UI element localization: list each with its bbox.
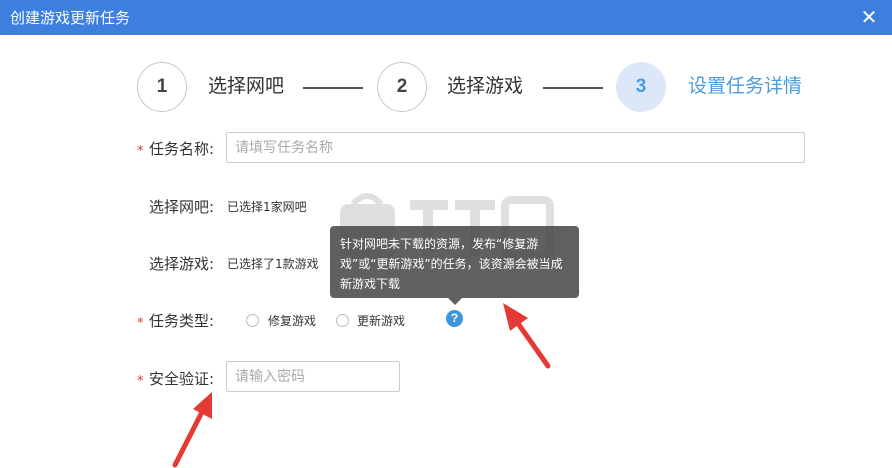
step-1-label: 选择网吧 (208, 75, 285, 97)
radio-repair-game[interactable] (246, 314, 259, 327)
step-3-circle: 3 (616, 62, 666, 112)
task-name-input[interactable] (226, 132, 805, 163)
select-game-value: 已选择了1款游戏 (227, 257, 319, 271)
security-label: 安全验证: (149, 370, 215, 388)
radio-update-game[interactable] (336, 314, 349, 327)
required-mark: * (137, 316, 144, 331)
help-icon[interactable]: ? (446, 310, 463, 327)
annotation-arrow-tooltip (503, 303, 551, 369)
task-type-label: 任务类型: (149, 312, 215, 330)
step-connector-1 (303, 87, 363, 89)
dialog-title: 创建游戏更新任务 (10, 9, 131, 27)
select-netbar-label: 选择网吧: (149, 198, 215, 216)
radio-update-game-label[interactable]: 更新游戏 (357, 313, 405, 329)
annotation-arrow-password (172, 392, 212, 468)
step-3-label: 设置任务详情 (688, 75, 803, 97)
radio-repair-game-label[interactable]: 修复游戏 (268, 313, 316, 329)
step-2-circle: 2 (377, 62, 427, 112)
step-1-circle: 1 (137, 62, 187, 112)
step-connector-2 (543, 87, 603, 89)
step-2-label: 选择游戏 (447, 75, 524, 97)
close-icon[interactable]: ✕ (858, 6, 880, 28)
required-mark: * (137, 374, 144, 389)
tooltip-pointer (448, 298, 462, 305)
help-tooltip: 针对网吧未下载的资源，发布“修复游戏”或“更新游戏”的任务，该资源会被当成新游戏… (330, 226, 579, 298)
task-name-label: 任务名称: (149, 140, 215, 158)
dialog-titlebar: 创建游戏更新任务 ✕ (0, 0, 892, 35)
required-mark: * (137, 144, 144, 159)
select-game-label: 选择游戏: (149, 255, 215, 273)
password-input[interactable] (226, 361, 400, 392)
select-netbar-value: 已选择1家网吧 (227, 200, 307, 214)
